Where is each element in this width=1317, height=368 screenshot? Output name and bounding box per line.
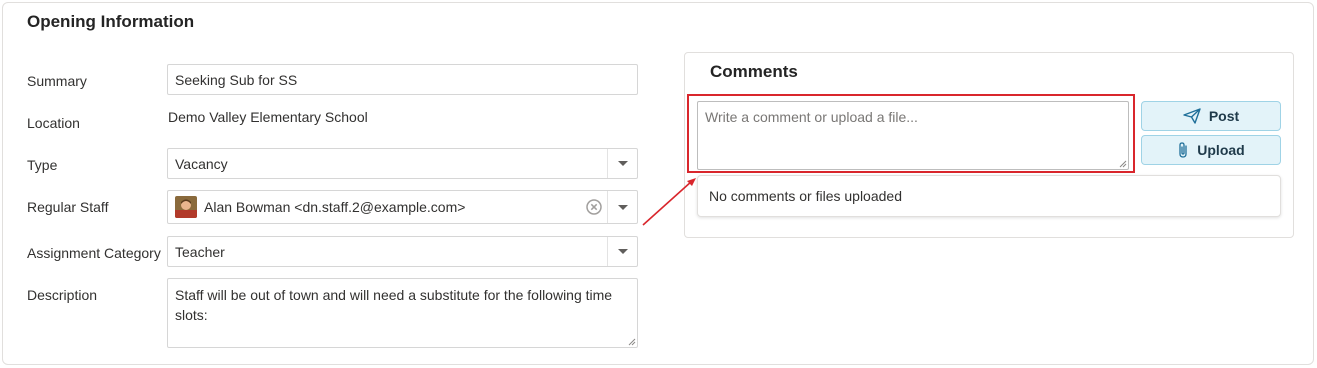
regular-staff-value: Alan Bowman <dn.staff.2@example.com> xyxy=(204,199,466,215)
summary-value: Seeking Sub for SS xyxy=(175,72,298,88)
annotation-arrow-icon xyxy=(642,178,696,226)
section-title: Opening Information xyxy=(27,12,195,31)
post-button[interactable]: Post xyxy=(1141,101,1281,131)
regular-staff-picker[interactable]: Alan Bowman <dn.staff.2@example.com> xyxy=(167,190,638,224)
upload-label: Upload xyxy=(1197,142,1245,158)
type-label: Type xyxy=(27,157,58,173)
chevron-down-icon[interactable] xyxy=(618,249,628,254)
summary-label: Summary xyxy=(27,73,87,89)
avatar xyxy=(175,196,197,218)
chevron-down-icon[interactable] xyxy=(618,205,628,210)
comment-input[interactable]: Write a comment or upload a file... xyxy=(697,101,1129,170)
type-value: Vacancy xyxy=(175,156,228,172)
comments-panel: Comments Write a comment or upload a fil… xyxy=(684,52,1294,238)
summary-input[interactable]: Seeking Sub for SS xyxy=(167,64,638,95)
comments-list: No comments or files uploaded xyxy=(697,175,1281,217)
location-label: Location xyxy=(27,115,80,131)
upload-button[interactable]: Upload xyxy=(1141,135,1281,165)
description-label: Description xyxy=(27,287,98,303)
resize-grip-icon[interactable] xyxy=(1119,160,1127,168)
send-icon xyxy=(1183,108,1201,124)
empty-comments-text: No comments or files uploaded xyxy=(709,188,902,204)
assignment-category-value: Teacher xyxy=(175,244,225,260)
location-value: Demo Valley Elementary School xyxy=(168,109,368,125)
comments-title: Comments xyxy=(710,62,798,81)
post-label: Post xyxy=(1208,108,1240,124)
dropdown-separator xyxy=(607,191,608,223)
chevron-down-icon[interactable] xyxy=(618,161,628,166)
comment-placeholder: Write a comment or upload a file... xyxy=(705,109,918,125)
assignment-category-label: Assignment Category xyxy=(27,245,161,261)
description-textarea[interactable]: Staff will be out of town and will need … xyxy=(167,278,638,348)
type-dropdown[interactable]: Vacancy xyxy=(167,148,638,179)
dropdown-separator xyxy=(607,149,608,178)
paperclip-icon xyxy=(1179,142,1187,158)
regular-staff-label: Regular Staff xyxy=(27,199,109,215)
assignment-category-dropdown[interactable]: Teacher xyxy=(167,236,638,267)
clear-circle-icon[interactable] xyxy=(586,199,602,215)
description-value: Staff will be out of town and will need … xyxy=(175,287,613,323)
dropdown-separator xyxy=(607,237,608,266)
resize-grip-icon[interactable] xyxy=(628,338,636,346)
